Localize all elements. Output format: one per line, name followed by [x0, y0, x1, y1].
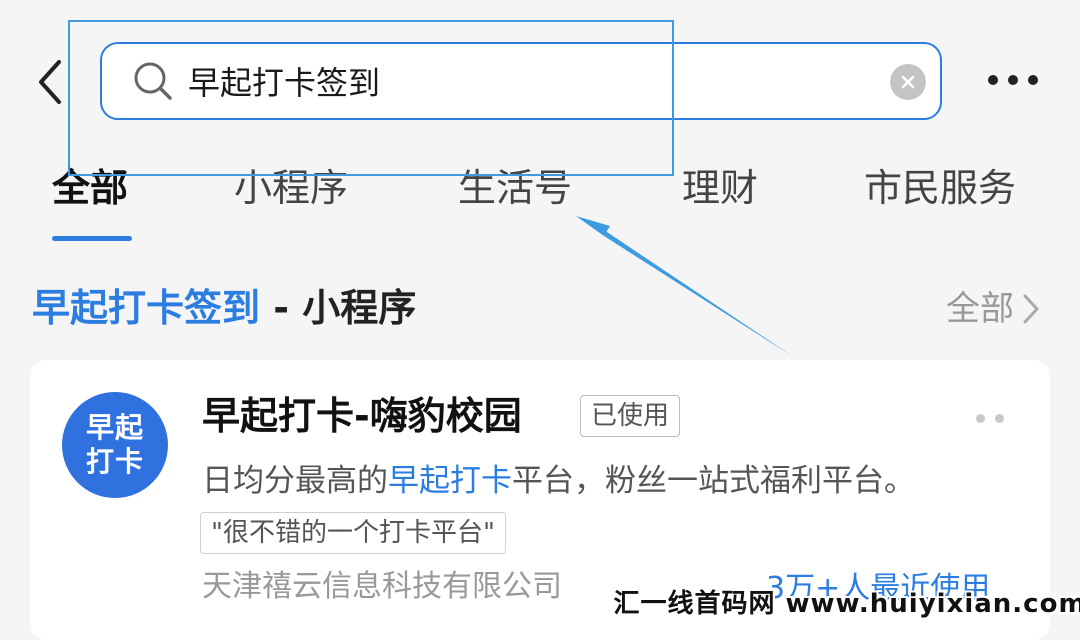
more-menu-button[interactable]	[988, 62, 1038, 98]
section-title: 早起打卡签到 - 小程序	[32, 280, 416, 336]
section-title-keyword: 早起打卡签到	[32, 286, 261, 330]
app-description-part: 平台，粉丝一站式福利平台。	[512, 463, 915, 499]
watermark-text: 汇一线首码网 www.huiyixian.com	[613, 588, 1080, 619]
section-title-type: - 小程序	[260, 286, 417, 330]
review-tag: "很不错的一个打卡平台"	[200, 512, 506, 554]
more-dots-icon	[988, 75, 998, 85]
app-description: 日均分最高的早起打卡平台，粉丝一站式福利平台。	[202, 456, 915, 506]
search-icon	[132, 60, 174, 102]
chevron-left-icon	[39, 60, 61, 104]
tab-all[interactable]: 全部	[52, 160, 128, 216]
tab-citizen-services[interactable]: 市民服务	[864, 160, 1016, 216]
watermark: 汇一线首码网 www.huiyixian.com	[613, 584, 1080, 619]
card-more-button[interactable]	[976, 412, 1004, 424]
active-tab-indicator	[52, 236, 132, 241]
clear-circle-icon	[901, 75, 915, 89]
app-description-part: 日均分最高的	[202, 463, 388, 499]
tab-finance[interactable]: 理财	[682, 160, 758, 216]
used-badge: 已使用	[580, 395, 681, 437]
search-box[interactable]	[100, 42, 942, 120]
app-logo-text: 早起打卡	[85, 411, 144, 478]
app-name[interactable]: 早起打卡-嗨豹校园	[202, 388, 522, 444]
app-logo[interactable]: 早起打卡	[62, 392, 168, 498]
tab-mini-programs[interactable]: 小程序	[234, 160, 348, 216]
search-input[interactable]	[188, 51, 868, 111]
app-description-keyword: 早起打卡	[388, 463, 512, 499]
category-tabs: 全部 小程序 生活号 理财 市民服务	[0, 160, 1080, 220]
developer-name: 天津禧云信息科技有限公司	[202, 569, 562, 604]
tab-life-accounts[interactable]: 生活号	[458, 160, 572, 216]
clear-search-button[interactable]	[890, 64, 926, 100]
more-dots-icon	[976, 413, 985, 423]
section-view-all-link[interactable]: 全部	[946, 284, 1042, 334]
section-view-all-label: 全部	[946, 289, 1014, 329]
chevron-right-icon	[1023, 294, 1039, 324]
back-button[interactable]	[28, 52, 72, 112]
